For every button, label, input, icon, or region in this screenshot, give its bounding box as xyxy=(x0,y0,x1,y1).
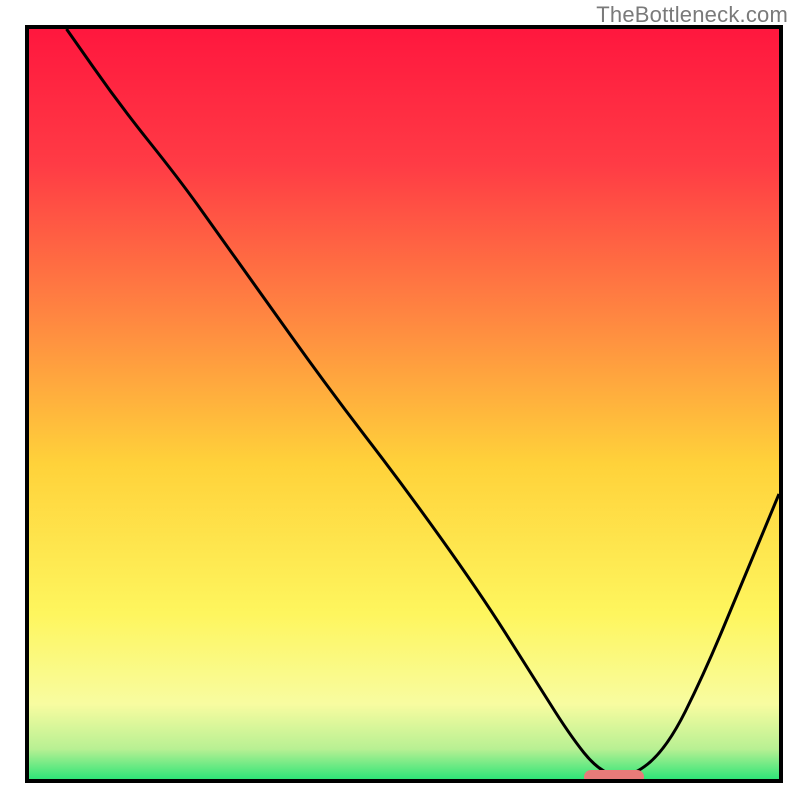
bottleneck-curve xyxy=(29,29,779,779)
curve-path xyxy=(67,29,780,776)
watermark-text: TheBottleneck.com xyxy=(596,2,788,28)
chart-canvas: TheBottleneck.com xyxy=(0,0,800,800)
plot-area xyxy=(25,25,783,783)
optimal-range-marker xyxy=(584,770,644,783)
